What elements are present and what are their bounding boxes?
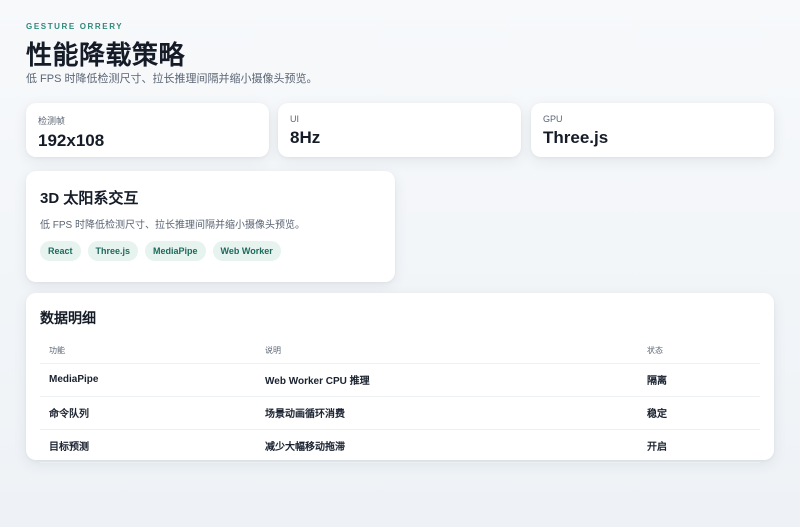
table-header-row: 功能 说明 状态 <box>40 340 760 364</box>
table-cell: 稳定 <box>638 396 760 430</box>
stat-card-gpu: GPU Three.js <box>531 103 774 157</box>
tag-chip: React <box>40 241 81 261</box>
data-table-card: 数据明细 功能 说明 状态 MediaPipe Web Worker CPU 推… <box>26 293 774 463</box>
column-header: 说明 <box>256 340 638 364</box>
table-row: 命令队列 场景动画循环消费 稳定 <box>40 396 760 430</box>
table-title: 数据明细 <box>40 310 96 326</box>
table-cell: 减少大幅移动拖滞 <box>256 429 638 463</box>
table-row: 目标预测 减少大幅移动拖滞 开启 <box>40 429 760 463</box>
table-cell: Web Worker CPU 推理 <box>256 363 638 397</box>
stat-value: 8Hz <box>290 128 321 147</box>
stat-value: 192x108 <box>38 131 105 150</box>
tag-chip: Three.js <box>87 241 139 261</box>
table-row: MediaPipe Web Worker CPU 推理 隔离 <box>40 363 760 397</box>
eyebrow: GESTURE ORRERY <box>26 22 124 31</box>
table-cell: 开启 <box>638 429 760 463</box>
tag-chip: Web Worker <box>212 241 281 261</box>
stat-card-detection: 检测帧 192x108 <box>26 103 269 157</box>
tag-list: React Three.js MediaPipe Web Worker <box>40 241 381 261</box>
stat-card-ui: UI 8Hz <box>278 103 521 157</box>
data-table: 功能 说明 状态 MediaPipe Web Worker CPU 推理 隔离 … <box>40 340 760 463</box>
stat-value: Three.js <box>543 128 609 147</box>
column-header: 状态 <box>638 340 760 364</box>
feature-description: 低 FPS 时降低检测尺寸、拉长推理间隔并缩小摄像头预览。 <box>40 220 306 231</box>
table-cell: MediaPipe <box>40 363 256 397</box>
table-cell: 场景动画循环消费 <box>256 396 638 430</box>
stat-label: UI <box>290 114 299 124</box>
stat-label: GPU <box>543 114 563 124</box>
page-subtitle: 低 FPS 时降低检测尺寸、拉长推理间隔并缩小摄像头预览。 <box>26 73 318 85</box>
feature-title: 3D 太阳系交互 <box>40 190 139 207</box>
feature-card: 3D 太阳系交互 低 FPS 时降低检测尺寸、拉长推理间隔并缩小摄像头预览。 R… <box>26 171 395 282</box>
stat-label: 检测帧 <box>38 116 66 126</box>
page: GESTURE ORRERY 性能降载策略 低 FPS 时降低检测尺寸、拉长推理… <box>0 0 800 527</box>
table-cell: 命令队列 <box>40 396 256 430</box>
table-cell: 目标预测 <box>40 429 256 463</box>
column-header: 功能 <box>40 340 256 364</box>
table-cell: 隔离 <box>638 363 760 397</box>
tag-chip: MediaPipe <box>145 241 206 261</box>
page-title: 性能降载策略 <box>26 40 186 70</box>
